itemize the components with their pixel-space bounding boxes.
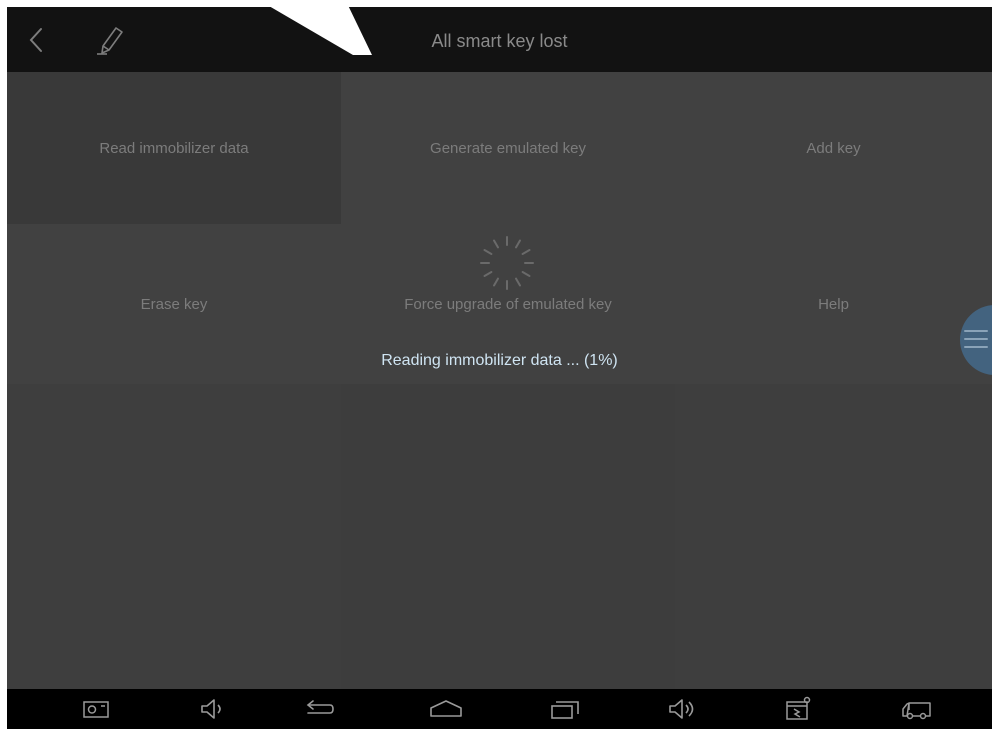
device-screen: Read immobilizer data Generate emulated … — [7, 7, 992, 729]
loading-progress-text: Reading immobilizer data ... (1%) — [381, 352, 618, 369]
recent-apps-icon[interactable] — [547, 695, 583, 723]
force-upgrade-emulated-key-label: Force upgrade of emulated key — [404, 295, 612, 313]
erase-key-label: Erase key — [140, 295, 208, 313]
system-nav-bar — [7, 689, 992, 729]
top-bar: All smart key lost — [7, 7, 992, 72]
generate-emulated-key-button[interactable]: Generate emulated key — [341, 72, 675, 224]
read-immobilizer-data-label: Read immobilizer data — [99, 139, 249, 157]
back-icon[interactable] — [300, 695, 336, 723]
page-title: All smart key lost — [431, 31, 568, 51]
help-label: Help — [818, 295, 849, 313]
back-button[interactable] — [23, 21, 57, 59]
home-icon[interactable] — [427, 695, 465, 723]
volume-up-icon[interactable] — [665, 695, 701, 723]
loading-spinner-icon — [480, 236, 534, 290]
empty-cell — [341, 384, 675, 689]
menu-icon — [964, 330, 988, 348]
edit-button[interactable] — [93, 21, 129, 59]
read-immobilizer-data-button[interactable]: Read immobilizer data — [7, 72, 341, 224]
vci-icon[interactable] — [781, 695, 813, 723]
screenshot-icon[interactable] — [80, 695, 112, 723]
truck-icon[interactable] — [897, 695, 935, 723]
volume-down-icon[interactable] — [197, 695, 229, 723]
generate-emulated-key-label: Generate emulated key — [430, 139, 586, 157]
empty-cell — [675, 384, 992, 689]
add-key-label: Add key — [806, 139, 861, 157]
empty-cell — [7, 384, 341, 689]
chevron-left-icon — [29, 28, 42, 52]
pencil-icon — [97, 27, 123, 55]
add-key-button[interactable]: Add key — [675, 72, 992, 224]
